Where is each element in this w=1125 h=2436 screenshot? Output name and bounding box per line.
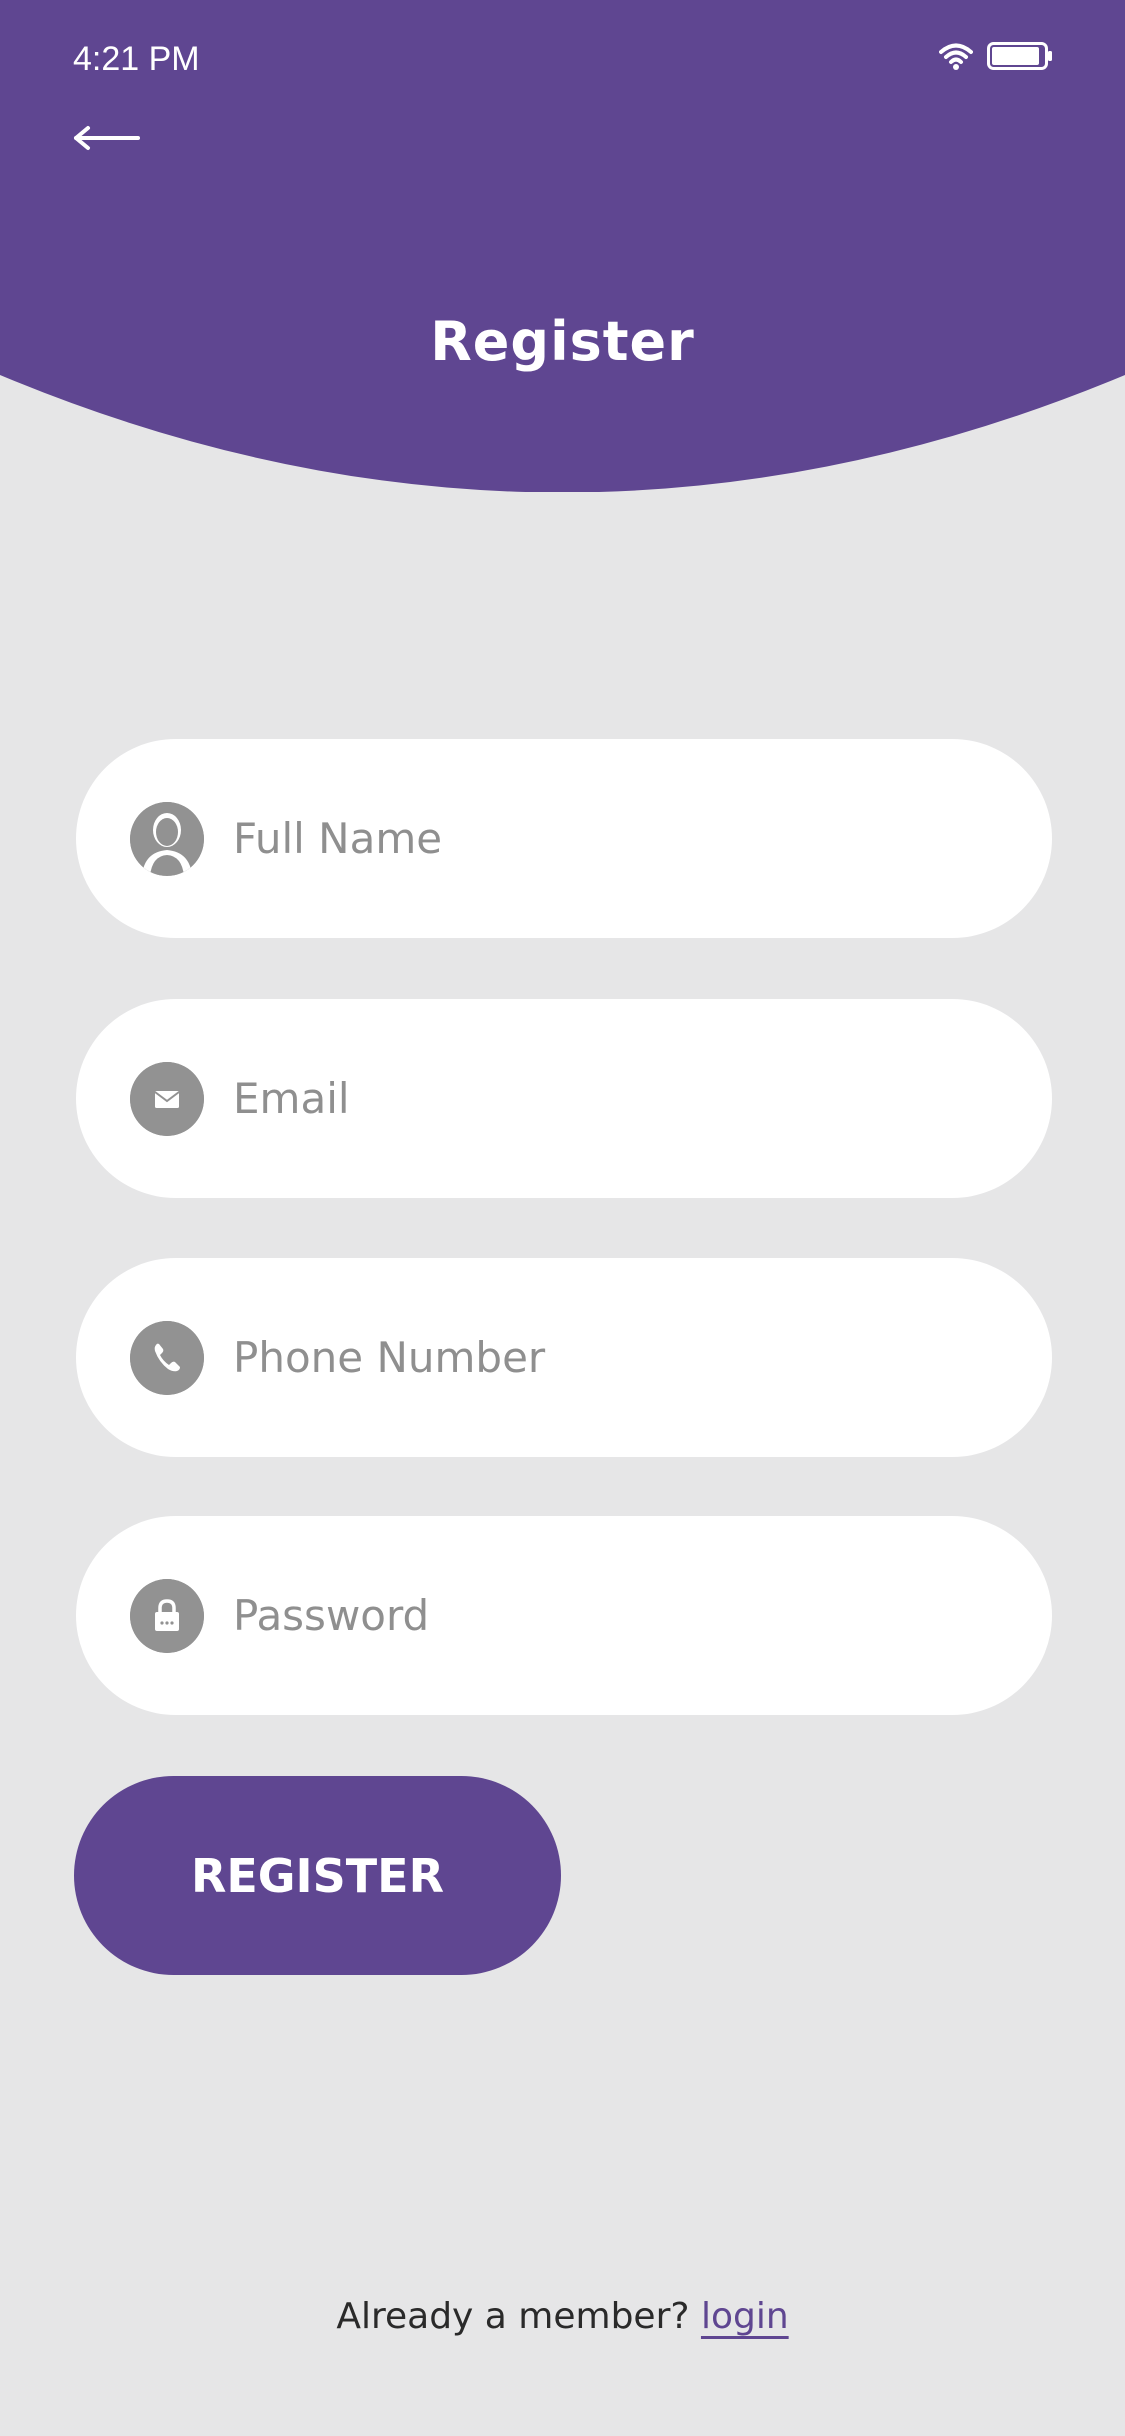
lock-icon (130, 1578, 204, 1653)
login-link[interactable]: login (701, 2296, 789, 2337)
phone-icon (130, 1320, 204, 1395)
full-name-input[interactable] (231, 813, 995, 864)
phone-field[interactable] (76, 1258, 1052, 1457)
user-icon (130, 801, 204, 876)
status-icons (939, 42, 1053, 70)
password-input[interactable] (231, 1590, 995, 1641)
password-field[interactable] (76, 1516, 1052, 1715)
email-field[interactable] (76, 999, 1052, 1198)
envelope-icon (130, 1061, 204, 1136)
phone-input[interactable] (231, 1332, 995, 1383)
status-time: 4:21 PM (73, 40, 200, 78)
full-name-field[interactable] (76, 739, 1052, 938)
battery-icon (987, 42, 1052, 70)
footer: Already a member? login (0, 2296, 1125, 2337)
arrow-left-icon (74, 126, 140, 150)
register-button[interactable]: REGISTER (74, 1776, 561, 1975)
page-title: Register (430, 310, 695, 373)
back-button[interactable] (72, 120, 142, 156)
wifi-icon (939, 43, 973, 70)
header: 4:21 PM Register (0, 0, 1125, 492)
already-member-text: Already a member? (336, 2296, 690, 2337)
email-input[interactable] (231, 1073, 995, 1124)
